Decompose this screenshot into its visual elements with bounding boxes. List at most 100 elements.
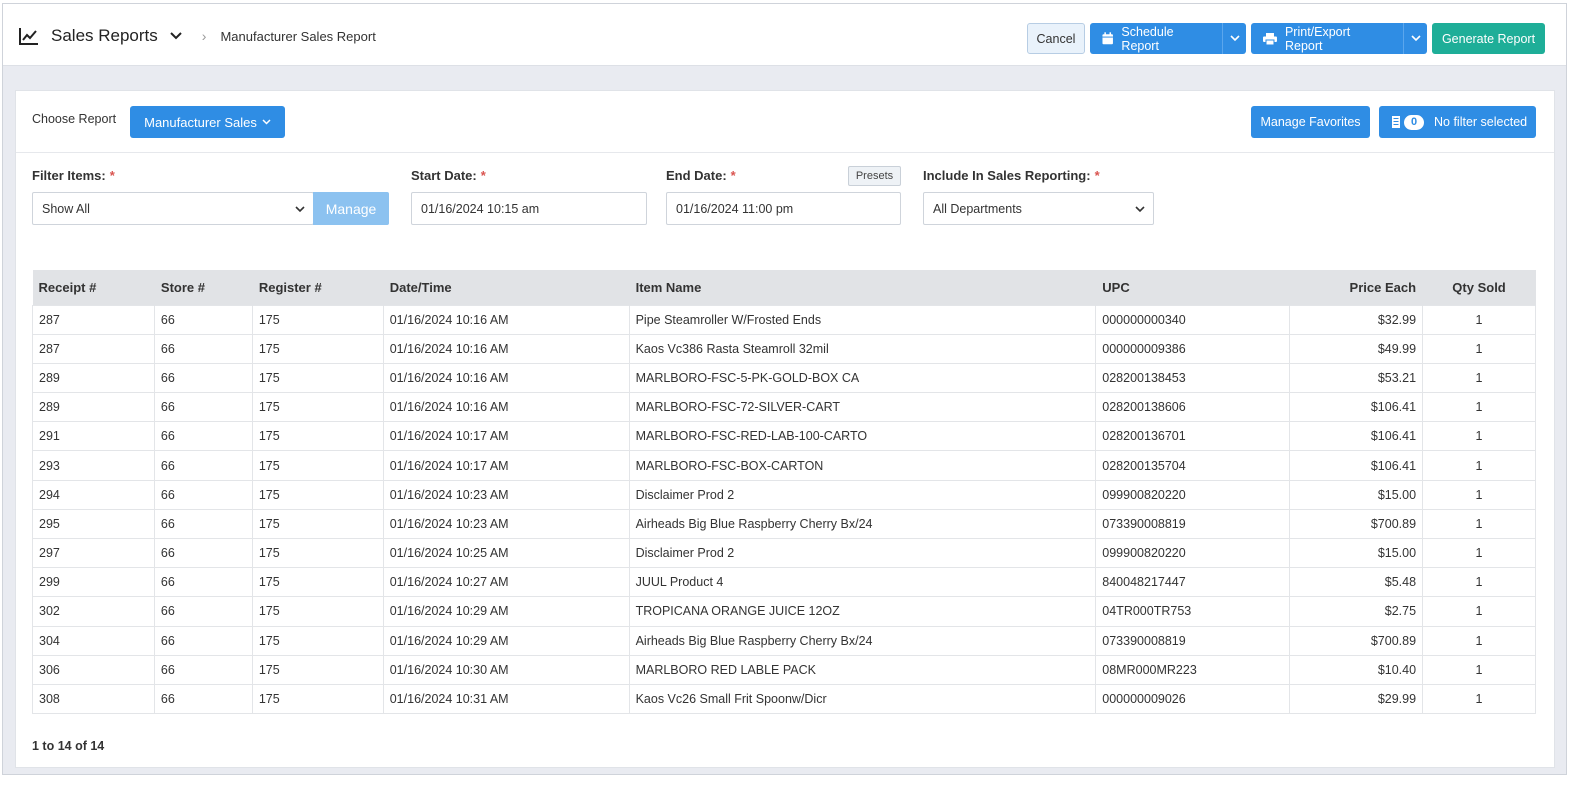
table-cell: MARLBORO RED LABLE PACK xyxy=(628,654,1097,685)
schedule-report-label: Schedule Report xyxy=(1121,24,1174,53)
include-sales-select[interactable]: All Departments xyxy=(923,192,1154,225)
table-cell: 028200135704 xyxy=(1095,450,1291,481)
table-cell: 01/16/2024 10:30 AM xyxy=(382,654,630,685)
table-row[interactable]: 308 66 175 01/16/2024 10:31 AM Kaos Vc26 Sma… xyxy=(32,683,1536,715)
table-row[interactable]: 299 66 175 01/16/2024 10:27 AM JUUL Product … xyxy=(32,567,1536,598)
manage-button[interactable]: Manage xyxy=(313,192,389,225)
column-header[interactable]: Item Name xyxy=(629,270,1097,305)
table-cell: 66 xyxy=(153,654,253,685)
table-cell: 175 xyxy=(251,683,384,715)
table-row[interactable]: 287 66 175 01/16/2024 10:16 AM Pipe Steamrol… xyxy=(32,304,1536,335)
print-export-label: Print/Export Report xyxy=(1284,24,1351,53)
column-header[interactable]: Register # xyxy=(252,270,384,305)
table-cell: $29.99 xyxy=(1289,683,1424,715)
required-mark: * xyxy=(1094,168,1100,183)
start-date-label-text: Start Date: xyxy=(411,168,477,183)
table-cell: 66 xyxy=(153,362,253,394)
table-cell: 1 xyxy=(1422,333,1536,364)
table-cell: 1 xyxy=(1422,479,1536,510)
table-row[interactable]: 304 66 175 01/16/2024 10:29 AM Airheads Big … xyxy=(32,625,1536,656)
required-mark: * xyxy=(480,168,486,183)
generate-report-button[interactable]: Generate Report xyxy=(1432,23,1545,54)
table-cell: 289 xyxy=(32,362,155,394)
app-frame: Sales Reports › Manufacturer Sales Repor… xyxy=(2,3,1567,775)
table-cell: 66 xyxy=(153,421,253,452)
table-cell: $2.75 xyxy=(1289,596,1424,627)
column-header[interactable]: Receipt # xyxy=(32,270,155,305)
table-row[interactable]: 294 66 175 01/16/2024 10:23 AM Disclaimer Pr… xyxy=(32,479,1536,510)
filter-items-value: Show All xyxy=(42,201,90,216)
table-cell: $700.89 xyxy=(1289,625,1424,656)
report-toolbar: Choose Report Manufacturer Sales Manage … xyxy=(16,91,1554,153)
table-row[interactable]: 287 66 175 01/16/2024 10:16 AM Kaos Vc386 Ra… xyxy=(32,333,1536,364)
chevron-down-icon xyxy=(1135,206,1145,213)
table-row[interactable]: 302 66 175 01/16/2024 10:29 AM TROPICANA ORA… xyxy=(32,596,1536,627)
table-cell: 000000000340 xyxy=(1095,304,1291,335)
table-cell: 01/16/2024 10:16 AM xyxy=(382,333,630,364)
table-cell: 1 xyxy=(1422,596,1536,627)
column-header[interactable]: Qty Sold xyxy=(1422,270,1536,305)
schedule-report-button[interactable]: Schedule Report xyxy=(1090,23,1222,54)
manage-favorites-button[interactable]: Manage Favorites xyxy=(1251,106,1370,138)
column-header[interactable]: Price Each xyxy=(1289,270,1424,305)
table-cell: 1 xyxy=(1422,654,1536,685)
table-cell: 028200138606 xyxy=(1095,392,1291,423)
table-cell: Kaos Vc26 Small Frit Spoonw/Dicr xyxy=(628,683,1097,715)
schedule-report-dropdown[interactable] xyxy=(1222,23,1246,54)
filter-status-button[interactable]: 0 No filter selected xyxy=(1379,106,1536,138)
table-cell: 66 xyxy=(153,333,253,364)
table-row[interactable]: 289 66 175 01/16/2024 10:16 AM MARLBORO-FSC-… xyxy=(32,362,1536,394)
column-header[interactable]: Store # xyxy=(154,270,253,305)
table-cell: 66 xyxy=(153,567,253,598)
table-cell: 175 xyxy=(251,537,384,569)
required-mark: * xyxy=(109,168,115,183)
table-cell: 1 xyxy=(1422,304,1536,335)
start-date-input[interactable]: 01/16/2024 10:15 am xyxy=(411,192,647,225)
table-cell: 304 xyxy=(32,625,155,656)
table-cell: 1 xyxy=(1422,362,1536,394)
table-cell: 1 xyxy=(1422,567,1536,598)
chevron-down-icon[interactable] xyxy=(170,31,182,41)
table-cell: 04TR000TR753 xyxy=(1095,596,1291,627)
chevron-down-icon xyxy=(1410,35,1421,42)
print-export-split: Print/Export Report xyxy=(1251,23,1427,54)
table-cell: MARLBORO-FSC-RED-LAB-100-CARTO xyxy=(628,421,1097,452)
cancel-button[interactable]: Cancel xyxy=(1027,23,1085,54)
table-cell: Airheads Big Blue Raspberry Cherry Bx/24 xyxy=(628,508,1097,540)
table-cell: 295 xyxy=(32,508,155,540)
choose-report-dropdown[interactable]: Manufacturer Sales xyxy=(130,106,285,138)
table-row[interactable]: 289 66 175 01/16/2024 10:16 AM MARLBORO-FSC-… xyxy=(32,392,1536,423)
list-icon xyxy=(1392,116,1400,128)
table-header-row: Receipt # Store # Register # Date/Time I… xyxy=(32,270,1536,305)
table-cell: Disclaimer Prod 2 xyxy=(628,537,1097,569)
table-cell: 01/16/2024 10:29 AM xyxy=(382,596,630,627)
table-cell: $10.40 xyxy=(1289,654,1424,685)
column-header[interactable]: UPC xyxy=(1095,270,1291,305)
table-cell: 175 xyxy=(251,333,384,364)
choose-report-value: Manufacturer Sales xyxy=(144,114,257,130)
table-row[interactable]: 291 66 175 01/16/2024 10:17 AM MARLBORO-FSC-… xyxy=(32,421,1536,452)
table-row[interactable]: 295 66 175 01/16/2024 10:23 AM Airheads Big … xyxy=(32,508,1536,540)
table-cell: $106.41 xyxy=(1289,450,1424,481)
end-date-input[interactable]: 01/16/2024 11:00 pm xyxy=(666,192,901,225)
include-sales-value: All Departments xyxy=(933,201,1022,216)
table-cell: 000000009026 xyxy=(1095,683,1291,715)
table-cell: 01/16/2024 10:31 AM xyxy=(382,683,630,715)
filter-items-select[interactable]: Show All xyxy=(32,192,314,225)
table-cell: 287 xyxy=(32,333,155,364)
print-export-dropdown[interactable] xyxy=(1403,23,1427,54)
table-cell: 028200136701 xyxy=(1095,421,1291,452)
include-sales-label: Include In Sales Reporting: * xyxy=(923,168,1100,183)
presets-button[interactable]: Presets xyxy=(848,166,901,186)
print-export-button[interactable]: Print/Export Report xyxy=(1251,23,1403,54)
table-cell: 66 xyxy=(153,479,253,510)
include-sales-label-text: Include In Sales Reporting: xyxy=(923,168,1091,183)
line-chart-icon xyxy=(19,28,38,45)
column-header[interactable]: Date/Time xyxy=(383,270,630,305)
table-row[interactable]: 297 66 175 01/16/2024 10:25 AM Disclaimer Pr… xyxy=(32,537,1536,569)
report-card: Choose Report Manufacturer Sales Manage … xyxy=(15,90,1555,768)
table-cell: 01/16/2024 10:29 AM xyxy=(382,625,630,656)
table-row[interactable]: 306 66 175 01/16/2024 10:30 AM MARLBORO RED … xyxy=(32,654,1536,685)
table-row[interactable]: 293 66 175 01/16/2024 10:17 AM MARLBORO-FSC-… xyxy=(32,450,1536,481)
table-cell: 175 xyxy=(251,625,384,656)
